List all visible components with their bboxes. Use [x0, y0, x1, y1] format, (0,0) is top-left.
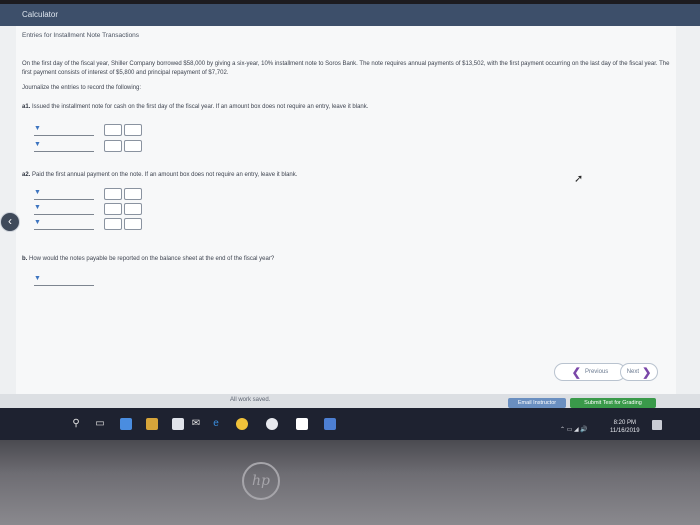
screen: Calculator Entries for Installment Note …	[0, 4, 700, 440]
debit-input[interactable]	[104, 124, 122, 136]
question-panel: Entries for Installment Note Transaction…	[16, 26, 676, 394]
taskbar: ⚲ ▭ ✉ e ⌃ ▭ ◢ 🔊 8:20 PM 11/16/2019	[0, 408, 700, 440]
question-a1: a1. Issued the installment note for cash…	[22, 104, 368, 110]
instruction-text: Journalize the entries to record the fol…	[22, 85, 142, 91]
account-select[interactable]: ▼	[34, 188, 94, 200]
journal-row: ▼	[34, 218, 144, 230]
window-titlebar: Calculator	[0, 4, 700, 26]
chevron-down-icon: ▼	[34, 141, 41, 148]
app-icon[interactable]	[120, 418, 132, 430]
folder-icon[interactable]	[146, 418, 158, 430]
journal-row: ▼	[34, 124, 144, 136]
credit-input[interactable]	[124, 140, 142, 152]
next-button[interactable]: Next ❯	[620, 363, 658, 381]
word-icon[interactable]	[324, 418, 336, 430]
question-a2-label: a2.	[22, 172, 31, 178]
balance-sheet-select[interactable]: ▼	[34, 274, 94, 286]
mouse-cursor-icon: ➚	[574, 173, 584, 185]
chevron-down-icon: ▼	[34, 204, 41, 211]
edge-icon[interactable]: e	[210, 418, 222, 430]
question-a1-label: a1.	[22, 104, 31, 110]
clock[interactable]: 8:20 PM 11/16/2019	[610, 419, 640, 435]
back-arrow-icon[interactable]: ‹	[0, 212, 20, 232]
question-b: b. How would the notes payable be report…	[22, 256, 274, 262]
window-title: Calculator	[22, 10, 59, 19]
store-icon[interactable]	[172, 418, 184, 430]
credit-input[interactable]	[124, 188, 142, 200]
clock-time: 8:20 PM	[613, 420, 636, 426]
submit-test-button[interactable]: Submit Test for Grading	[570, 398, 656, 408]
hp-logo: hp	[242, 462, 280, 500]
chevron-down-icon: ▼	[34, 219, 41, 226]
credit-input[interactable]	[124, 203, 142, 215]
email-instructor-button[interactable]: Email Instructor	[508, 398, 566, 408]
chevron-down-icon: ▼	[34, 275, 41, 282]
journal-row: ▼	[34, 203, 144, 215]
chevron-right-icon: ❯	[642, 366, 652, 379]
notification-icon[interactable]	[652, 420, 662, 430]
search-icon[interactable]: ⚲	[70, 418, 82, 430]
account-select[interactable]: ▼	[34, 203, 94, 215]
problem-intro: On the first day of the fiscal year, Shi…	[22, 61, 670, 76]
debit-input[interactable]	[104, 188, 122, 200]
credit-input[interactable]	[124, 218, 142, 230]
browser-icon[interactable]	[266, 418, 278, 430]
debit-input[interactable]	[104, 203, 122, 215]
question-b-label: b.	[22, 256, 28, 262]
debit-input[interactable]	[104, 218, 122, 230]
credit-input[interactable]	[124, 124, 142, 136]
system-tray[interactable]: ⌃ ▭ ◢ 🔊	[560, 426, 588, 433]
chevron-down-icon: ▼	[34, 189, 41, 196]
chevron-left-icon: ❮	[571, 366, 581, 379]
question-a1-text: Issued the installment note for cash on …	[32, 104, 369, 110]
question-a2: a2. Paid the first annual payment on the…	[22, 172, 297, 178]
mail-icon[interactable]: ✉	[190, 418, 202, 430]
question-a2-text: Paid the first annual payment on the not…	[32, 172, 298, 178]
clock-date: 11/16/2019	[610, 428, 640, 434]
task-view-icon[interactable]: ▭	[94, 418, 106, 430]
save-status: All work saved.	[230, 397, 271, 403]
debit-input[interactable]	[104, 140, 122, 152]
account-select[interactable]: ▼	[34, 124, 94, 136]
journal-row: ▼	[34, 188, 144, 200]
page-title: Entries for Installment Note Transaction…	[22, 32, 140, 39]
account-select[interactable]: ▼	[34, 218, 94, 230]
previous-button[interactable]: ❮ Previous	[554, 363, 626, 381]
document-icon[interactable]	[296, 418, 308, 430]
content-area: Entries for Installment Note Transaction…	[0, 26, 700, 394]
chrome-icon[interactable]	[236, 418, 248, 430]
chevron-down-icon: ▼	[34, 125, 41, 132]
journal-row: ▼	[34, 140, 144, 152]
laptop-body	[0, 440, 700, 525]
account-select[interactable]: ▼	[34, 140, 94, 152]
question-b-text: How would the notes payable be reported …	[29, 256, 275, 262]
answer-row: ▼	[34, 274, 104, 286]
